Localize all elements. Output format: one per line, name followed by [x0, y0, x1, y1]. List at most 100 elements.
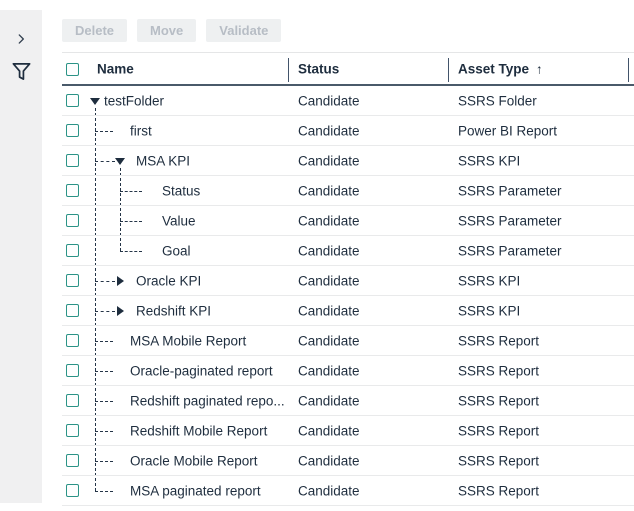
row-name[interactable]: Redshift KPI	[136, 303, 211, 318]
table-row[interactable]: first Candidate Power BI Report	[62, 116, 634, 146]
row-name[interactable]: Value	[162, 213, 196, 228]
row-status: Candidate	[298, 393, 360, 408]
table-header: Name Status Asset Type↑	[62, 52, 634, 86]
column-header-asset-type[interactable]: Asset Type↑	[458, 61, 543, 76]
move-button[interactable]: Move	[137, 19, 196, 42]
row-name[interactable]: Redshift paginated repo...	[130, 393, 285, 408]
tree-connector	[95, 161, 115, 162]
row-checkbox[interactable]	[66, 274, 79, 287]
sort-ascending-icon: ↑	[536, 61, 543, 76]
tree-connector	[95, 461, 113, 462]
row-asset-type: SSRS Parameter	[458, 213, 562, 228]
row-status: Candidate	[298, 213, 360, 228]
table-row[interactable]: MSA KPI Candidate SSRS KPI	[62, 146, 634, 176]
column-header-status[interactable]: Status	[298, 61, 339, 76]
tree-connector	[95, 371, 113, 372]
left-rail	[0, 10, 42, 503]
row-status: Candidate	[298, 183, 360, 198]
row-asset-type: SSRS Report	[458, 333, 539, 348]
table-row[interactable]: MSA paginated report Candidate SSRS Repo…	[62, 476, 634, 506]
row-name[interactable]: Oracle Mobile Report	[130, 453, 258, 468]
row-checkbox[interactable]	[66, 154, 79, 167]
tree-connector	[95, 431, 113, 432]
tree-connector	[95, 281, 115, 282]
row-asset-type: SSRS KPI	[458, 273, 520, 288]
table-row[interactable]: Oracle Mobile Report Candidate SSRS Repo…	[62, 446, 634, 476]
tree-connector	[95, 401, 113, 402]
row-checkbox[interactable]	[66, 364, 79, 377]
row-checkbox[interactable]	[66, 184, 79, 197]
row-asset-type: SSRS Parameter	[458, 243, 562, 258]
row-asset-type: SSRS Parameter	[458, 183, 562, 198]
tree-connector	[120, 191, 142, 192]
tree-connector	[95, 491, 113, 492]
row-checkbox[interactable]	[66, 124, 79, 137]
toolbar: Delete Move Validate	[62, 19, 281, 42]
expand-toggle-icon[interactable]	[117, 276, 124, 286]
row-asset-type: SSRS KPI	[458, 303, 520, 318]
row-name[interactable]: Oracle KPI	[136, 273, 201, 288]
table-row[interactable]: Status Candidate SSRS Parameter	[62, 176, 634, 206]
expand-toggle-icon[interactable]	[115, 158, 125, 165]
row-name[interactable]: Goal	[162, 243, 191, 258]
row-name[interactable]: testFolder	[104, 93, 164, 108]
expand-toggle-icon[interactable]	[117, 306, 124, 316]
row-status: Candidate	[298, 273, 360, 288]
delete-button[interactable]: Delete	[62, 19, 127, 42]
table-row[interactable]: Oracle-paginated report Candidate SSRS R…	[62, 356, 634, 386]
table-row[interactable]: Redshift Mobile Report Candidate SSRS Re…	[62, 416, 634, 446]
row-name[interactable]: Redshift Mobile Report	[130, 423, 267, 438]
row-status: Candidate	[298, 453, 360, 468]
row-checkbox[interactable]	[66, 394, 79, 407]
table-row[interactable]: Oracle KPI Candidate SSRS KPI	[62, 266, 634, 296]
select-all-checkbox[interactable]	[66, 63, 79, 76]
row-checkbox[interactable]	[66, 454, 79, 467]
row-status: Candidate	[298, 93, 360, 108]
row-asset-type: SSRS Report	[458, 423, 539, 438]
column-divider	[628, 58, 629, 82]
row-status: Candidate	[298, 363, 360, 378]
row-checkbox[interactable]	[66, 424, 79, 437]
expand-panel-button[interactable]	[0, 24, 42, 54]
row-checkbox[interactable]	[66, 94, 79, 107]
table-row[interactable]: Redshift paginated repo... Candidate SSR…	[62, 386, 634, 416]
row-name[interactable]: MSA Mobile Report	[130, 333, 246, 348]
table-row[interactable]: testFolder Candidate SSRS Folder	[62, 86, 634, 116]
row-checkbox[interactable]	[66, 244, 79, 257]
expand-toggle-icon[interactable]	[90, 98, 100, 105]
table-body: testFolder Candidate SSRS Folder first C…	[62, 86, 634, 506]
tree-connector	[120, 221, 142, 222]
row-checkbox[interactable]	[66, 334, 79, 347]
row-name[interactable]: MSA paginated report	[130, 483, 261, 498]
table-row[interactable]: Value Candidate SSRS Parameter	[62, 206, 634, 236]
row-checkbox[interactable]	[66, 304, 79, 317]
row-checkbox[interactable]	[66, 214, 79, 227]
row-status: Candidate	[298, 423, 360, 438]
row-asset-type: SSRS Report	[458, 393, 539, 408]
row-asset-type: SSRS Report	[458, 363, 539, 378]
row-status: Candidate	[298, 243, 360, 258]
page: Delete Move Validate Name Status Asset T…	[0, 0, 634, 511]
row-asset-type: Power BI Report	[458, 123, 557, 138]
row-name[interactable]: first	[130, 123, 152, 138]
row-name[interactable]: MSA KPI	[136, 153, 190, 168]
table-row[interactable]: MSA Mobile Report Candidate SSRS Report	[62, 326, 634, 356]
assets-table: Name Status Asset Type↑ testFolder Candi…	[62, 52, 634, 506]
column-divider	[288, 58, 289, 82]
tree-connector	[95, 311, 115, 312]
validate-button[interactable]: Validate	[206, 19, 281, 42]
row-asset-type: SSRS Report	[458, 483, 539, 498]
row-status: Candidate	[298, 123, 360, 138]
tree-connector	[120, 251, 142, 252]
row-name[interactable]: Status	[162, 183, 200, 198]
row-checkbox[interactable]	[66, 484, 79, 497]
row-name[interactable]: Oracle-paginated report	[130, 363, 273, 378]
table-row[interactable]: Redshift KPI Candidate SSRS KPI	[62, 296, 634, 326]
tree-connector	[95, 341, 113, 342]
filter-button[interactable]	[0, 56, 42, 86]
row-status: Candidate	[298, 303, 360, 318]
row-asset-type: SSRS Folder	[458, 93, 537, 108]
column-header-name[interactable]: Name	[97, 61, 134, 76]
filter-funnel-icon	[10, 60, 33, 83]
table-row[interactable]: Goal Candidate SSRS Parameter	[62, 236, 634, 266]
